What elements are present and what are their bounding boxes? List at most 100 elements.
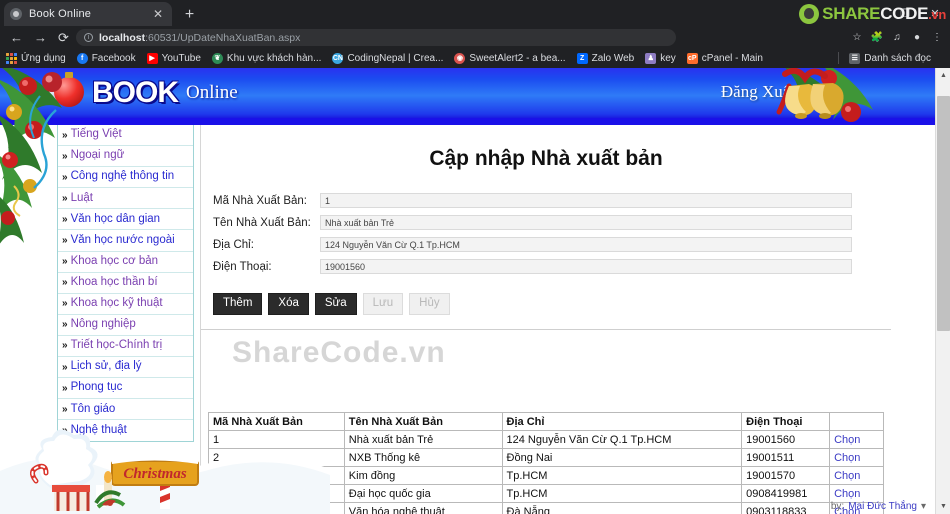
- cancel-button: Hủy: [409, 293, 450, 316]
- chevron-right-icon: »: [62, 319, 68, 331]
- cell-address: Đà Nẵng: [501, 502, 743, 514]
- bookmark-item[interactable]: ◉ SweetAlert2 - a bea...: [454, 52, 566, 64]
- cell-action: Chọn: [829, 430, 884, 449]
- sidebar-item-10[interactable]: » Nông nghiệp: [58, 315, 193, 336]
- byline-author[interactable]: Mai Đức Thắng: [848, 501, 917, 512]
- logo-book-text: BOOK: [92, 76, 179, 109]
- publisher-name-input[interactable]: [320, 215, 852, 230]
- bookmark-item[interactable]: cP cPanel - Main: [686, 52, 763, 64]
- sidebar-item-label: Nghệ thuật: [70, 424, 127, 437]
- web-page: BOOK Online Đăng Xuất » Tiếng Việt» Ngoại …: [0, 68, 950, 514]
- site-info-icon[interactable]: i: [84, 33, 93, 42]
- edit-button[interactable]: Sửa: [314, 293, 357, 316]
- select-row-link[interactable]: Chọn: [834, 434, 860, 446]
- form-row: Điện Thoại:: [201, 257, 891, 276]
- profile-icon[interactable]: ●: [908, 29, 926, 46]
- bookmark-item[interactable]: Ứng dụng: [6, 52, 66, 64]
- publisher-code-input[interactable]: [320, 193, 852, 208]
- logout-link[interactable]: Đăng Xuất: [721, 82, 795, 102]
- extensions-icon[interactable]: 🧩: [868, 29, 886, 46]
- bookmark-label: Ứng dụng: [21, 52, 66, 64]
- scrollbar-thumb[interactable]: [937, 96, 950, 331]
- cell-code: 3: [208, 466, 345, 485]
- sidebar-item-8[interactable]: » Khoa học thần bí: [58, 273, 193, 294]
- media-icon[interactable]: ♫: [888, 29, 906, 46]
- forward-icon[interactable]: →: [32, 29, 49, 46]
- page-scrollbar[interactable]: ▲ ▼: [935, 68, 950, 514]
- sidebar-item-label: Lịch sử, địa lý: [70, 360, 142, 373]
- ornament-balls-icon: [40, 72, 92, 113]
- sidebar-item-3[interactable]: » Công nghệ thông tin: [58, 167, 193, 189]
- cell-code: 4: [208, 484, 345, 503]
- scroll-down-icon[interactable]: ▼: [936, 499, 950, 514]
- chevron-right-icon: »: [62, 382, 68, 394]
- cell-action: Chọn: [829, 448, 884, 467]
- sweetalert-icon: ◉: [454, 52, 466, 64]
- publisher-address-input[interactable]: [320, 237, 852, 252]
- sidebar-item-2[interactable]: » Ngoại ngữ: [58, 146, 193, 168]
- byline-caret-icon[interactable]: ▾: [921, 501, 926, 512]
- select-row-link[interactable]: Chọn: [834, 452, 860, 464]
- reading-list-button[interactable]: ☰ Danh sách đọc: [849, 52, 931, 64]
- field-label: Tên Nhà Xuất Bản:: [213, 216, 311, 229]
- cell-name: Nhà xuất bản Trẻ: [343, 430, 503, 449]
- address-bar[interactable]: i localhost:60531/UpDateNhaXuatBan.aspx: [76, 29, 676, 46]
- cell-address: Đồng Nai: [501, 448, 743, 467]
- header-address: Địa Chỉ: [501, 412, 743, 431]
- navigation-bar: ← → ⟳ i localhost:60531/UpDateNhaXuatBan…: [0, 26, 950, 48]
- scroll-up-icon[interactable]: ▲: [936, 68, 950, 83]
- sidebar-item-5[interactable]: » Văn học dân gian: [58, 209, 193, 231]
- cpanel-icon: cP: [686, 52, 698, 64]
- menu-icon[interactable]: ⋮: [928, 29, 946, 46]
- sidebar-item-7[interactable]: » Khoa học cơ bản: [58, 252, 193, 273]
- browser-tab[interactable]: Book Online ✕: [4, 2, 172, 26]
- select-row-link[interactable]: Chọn: [834, 488, 860, 500]
- site-logo[interactable]: BOOK Online: [40, 72, 238, 113]
- sidebar-item-15[interactable]: » Nghệ thuật: [58, 420, 193, 441]
- bookmark-item[interactable]: f Facebook: [76, 52, 136, 64]
- close-tab-icon[interactable]: ✕: [150, 8, 166, 20]
- main-panel: Cập nhập Nhà xuất bản Mã Nhà Xuất Bản: Tê…: [200, 125, 900, 514]
- sidebar-item-11[interactable]: » Triết học-Chính trị: [58, 336, 193, 358]
- select-row-link[interactable]: Chọn: [834, 470, 860, 482]
- brand-code: CODE: [880, 4, 929, 23]
- cell-address: 124 Nguyễn Văn Cừ Q.1 Tp.HCM: [501, 430, 743, 449]
- divider: [838, 52, 840, 64]
- cell-phone: 19001570: [741, 466, 831, 485]
- cell-phone: 19001560: [741, 430, 831, 449]
- form-buttons: Thêm Xóa Sửa Lưu Hủy: [201, 293, 891, 316]
- add-button[interactable]: Thêm: [213, 293, 263, 316]
- sidebar-item-12[interactable]: » Lịch sử, địa lý: [58, 357, 193, 379]
- sidebar-item-4[interactable]: » Luật: [58, 188, 193, 210]
- bookmark-item[interactable]: Z Zalo Web: [576, 52, 634, 64]
- star-icon[interactable]: ☆: [848, 29, 866, 46]
- publisher-phone-input[interactable]: [320, 259, 852, 274]
- bookmark-label: SweetAlert2 - a bea...: [469, 52, 566, 64]
- cell-phone: 0908419981: [741, 484, 831, 503]
- bookmark-item[interactable]: ♟ key: [645, 52, 676, 64]
- sidebar-item-6[interactable]: » Văn học nước ngoài: [58, 230, 193, 252]
- sidebar-item-14[interactable]: » Tôn giáo: [58, 399, 193, 421]
- form-row: Mã Nhà Xuất Bản:: [201, 191, 891, 210]
- header-phone: Điện Thoại: [741, 412, 831, 431]
- sidebar-item-1[interactable]: » Tiếng Việt: [58, 125, 193, 147]
- chevron-right-icon: »: [62, 277, 68, 289]
- bookmark-label: CodingNepal | Crea...: [347, 52, 444, 64]
- field-label: Địa Chỉ:: [213, 238, 254, 251]
- sidebar-item-label: Ngoại ngữ: [70, 149, 125, 162]
- bookmark-item[interactable]: ▶ YouTube: [146, 52, 201, 64]
- back-icon[interactable]: ←: [8, 29, 25, 46]
- bookmark-item[interactable]: CN CodingNepal | Crea...: [332, 52, 444, 64]
- reload-icon[interactable]: ⟳: [55, 29, 72, 46]
- sidebar-item-label: Luật: [70, 191, 93, 204]
- new-tab-button[interactable]: +: [180, 5, 199, 24]
- table-row: 2 NXB Thống kê Đồng Nai 19001511 Chọn: [208, 448, 884, 467]
- sidebar-item-9[interactable]: » Khoa học kỹ thuật: [58, 294, 193, 315]
- bookmark-item[interactable]: ❦ Khu vực khách hàn...: [211, 52, 321, 64]
- cell-code: 2: [208, 448, 345, 467]
- sidebar-item-label: Khoa học cơ bản: [70, 254, 159, 267]
- sidebar-item-13[interactable]: » Phong tục: [58, 378, 193, 400]
- form-row: Địa Chỉ:: [201, 235, 891, 254]
- delete-button[interactable]: Xóa: [268, 293, 309, 316]
- sidebar-item-label: Phong tục: [70, 381, 123, 394]
